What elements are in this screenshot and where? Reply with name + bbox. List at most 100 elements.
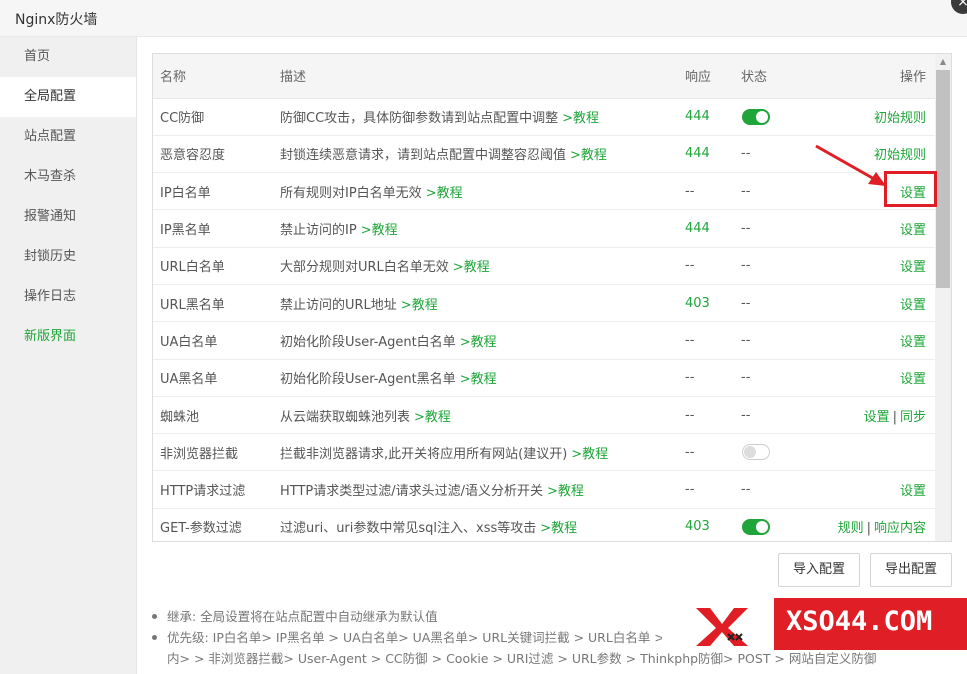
toggle-knob xyxy=(756,110,768,123)
rule-response: 403 xyxy=(652,284,734,323)
table-row: 蜘蛛池 从云端获取蜘蛛池列表 >教程 -- -- 设置 | 同步 xyxy=(153,396,935,435)
op-link[interactable]: 设置 xyxy=(900,335,926,350)
op-separator: | xyxy=(892,409,897,425)
rule-state: -- xyxy=(734,209,814,248)
scrollbar[interactable]: ▲ xyxy=(935,54,951,541)
import-config-button[interactable]: 导入配置 xyxy=(778,553,860,587)
note-priority-continued: 内> > 非浏览器拦截> User-Agent > CC防御 > Cookie … xyxy=(167,651,877,666)
scroll-up-arrow-icon[interactable]: ▲ xyxy=(935,54,951,70)
rule-name: GET-参数过滤 xyxy=(153,508,280,541)
rule-desc-cell: 拦截非浏览器请求,此开关将应用所有网站(建议开) >教程 xyxy=(280,433,652,472)
rule-desc: 禁止访问的IP xyxy=(280,223,357,239)
sidebar-item-trojan-scan[interactable]: 木马查杀 xyxy=(0,157,136,197)
tutorial-link[interactable]: >教程 xyxy=(401,298,438,313)
op-link[interactable]: 规则 xyxy=(838,521,864,536)
rule-desc: 初始化阶段User-Agent黑名单 xyxy=(280,372,456,388)
sidebar-item-operation-log[interactable]: 操作日志 xyxy=(0,277,136,317)
rule-state: -- xyxy=(734,359,814,397)
rule-state-cell xyxy=(734,98,814,136)
rule-response: 444 xyxy=(652,135,734,174)
watermark-text: XSO44.COM xyxy=(786,606,933,637)
rule-state: -- xyxy=(734,172,814,211)
table-row: UA白名单 初始化阶段User-Agent白名单 >教程 -- -- 设置 xyxy=(153,321,935,360)
rule-desc: 拦截非浏览器请求,此开关将应用所有网站(建议开) xyxy=(280,446,568,462)
table-row: URL白名单 大部分规则对URL白名单无效 >教程 -- -- 设置 xyxy=(153,247,935,285)
op-separator: | xyxy=(866,521,871,537)
rules-table-container: 名称 描述 响应 状态 操作 CC防御 防御CC攻击，具体防御参数请到站点配置中调… xyxy=(152,53,952,542)
op-link[interactable]: 同步 xyxy=(900,410,926,425)
export-config-button[interactable]: 导出配置 xyxy=(870,553,952,587)
sidebar-item-block-history[interactable]: 封锁历史 xyxy=(0,237,136,277)
rule-desc-cell: 初始化阶段User-Agent白名单 >教程 xyxy=(280,321,652,360)
sidebar-item-global-config[interactable]: 全局配置 xyxy=(0,77,136,117)
rule-state: -- xyxy=(734,470,814,509)
op-link[interactable]: 响应内容 xyxy=(874,521,926,536)
rule-desc: 过滤uri、uri参数中常见sql注入、xss等攻击 xyxy=(280,521,537,537)
tutorial-link[interactable]: >教程 xyxy=(547,484,584,499)
tutorial-link[interactable]: >教程 xyxy=(426,186,463,201)
window-title: Nginx防火墙 xyxy=(15,12,98,28)
tutorial-link[interactable]: >教程 xyxy=(571,447,608,462)
op-link[interactable]: 设置 xyxy=(900,298,926,313)
rule-desc: 禁止访问的URL地址 xyxy=(280,297,397,313)
annotation-highlight-box xyxy=(884,171,937,207)
rule-desc: 所有规则对IP白名单无效 xyxy=(280,185,422,201)
rule-operations: 设置 xyxy=(814,247,935,285)
op-link[interactable]: 设置 xyxy=(864,410,890,425)
watermark-banner: XSO44.COM xyxy=(662,598,967,650)
header-desc: 描述 xyxy=(280,54,652,99)
op-link[interactable]: 初始规则 xyxy=(874,111,926,126)
table-row: CC防御 防御CC攻击，具体防御参数请到站点配置中调整 >教程 444 初始规则 xyxy=(153,98,935,136)
rule-desc: 大部分规则对URL白名单无效 xyxy=(280,260,449,276)
rule-response: -- xyxy=(652,433,734,472)
sidebar-item-site-config[interactable]: 站点配置 xyxy=(0,117,136,157)
rule-state-cell xyxy=(734,508,814,541)
tutorial-link[interactable]: >教程 xyxy=(414,410,451,425)
rule-operations: 规则 | 响应内容 xyxy=(814,508,935,541)
rule-name: IP黑名单 xyxy=(153,209,280,248)
op-link[interactable]: 设置 xyxy=(900,372,926,387)
header-state: 状态 xyxy=(734,54,814,99)
tutorial-link[interactable]: >教程 xyxy=(460,335,497,350)
table-row: 非浏览器拦截 拦截非浏览器请求,此开关将应用所有网站(建议开) >教程 -- xyxy=(153,433,935,472)
rule-desc-cell: 禁止访问的IP >教程 xyxy=(280,209,652,248)
rule-name: URL白名单 xyxy=(153,247,280,285)
rule-desc: 从云端获取蜘蛛池列表 xyxy=(280,409,411,425)
tutorial-link[interactable]: >教程 xyxy=(570,148,607,163)
title-bar: Nginx防火墙 xyxy=(0,0,967,37)
table-row: IP黑名单 禁止访问的IP >教程 444 -- 设置 xyxy=(153,209,935,248)
rule-operations: 设置 xyxy=(814,284,935,323)
tutorial-link[interactable]: >教程 xyxy=(361,223,398,238)
rule-name: IP白名单 xyxy=(153,172,280,211)
table-header-row: 名称 描述 响应 状态 操作 xyxy=(153,54,935,99)
rule-operations: 设置 | 同步 xyxy=(814,396,935,435)
op-link[interactable]: 设置 xyxy=(900,484,926,499)
rule-response: 444 xyxy=(652,209,734,248)
op-link[interactable]: 设置 xyxy=(900,260,926,275)
rule-response: -- xyxy=(652,172,734,211)
status-toggle[interactable] xyxy=(742,518,770,535)
tutorial-link[interactable]: >教程 xyxy=(562,111,599,126)
scroll-thumb[interactable] xyxy=(936,70,950,288)
rule-response: 444 xyxy=(652,98,734,136)
tutorial-link[interactable]: >教程 xyxy=(460,372,497,387)
op-link[interactable]: 设置 xyxy=(900,223,926,238)
rule-name: CC防御 xyxy=(153,98,280,136)
rule-operations xyxy=(814,433,935,472)
rule-state: -- xyxy=(734,396,814,435)
toggle-knob xyxy=(744,446,756,459)
tutorial-link[interactable]: >教程 xyxy=(540,521,577,536)
rule-desc-cell: 从云端获取蜘蛛池列表 >教程 xyxy=(280,396,652,435)
sidebar-item-new-ui[interactable]: 新版界面 xyxy=(0,317,136,357)
rule-operations: 设置 xyxy=(814,359,935,397)
rule-state: -- xyxy=(734,321,814,360)
rules-table: 名称 描述 响应 状态 操作 CC防御 防御CC攻击，具体防御参数请到站点配置中调… xyxy=(153,54,935,541)
tutorial-link[interactable]: >教程 xyxy=(453,260,490,275)
sidebar: 首页 全局配置 站点配置 木马查杀 报警通知 封锁历史 操作日志 新版界面 xyxy=(0,37,137,674)
status-toggle[interactable] xyxy=(742,444,770,461)
sidebar-item-alert-notify[interactable]: 报警通知 xyxy=(0,197,136,237)
sidebar-item-home[interactable]: 首页 xyxy=(0,37,136,77)
status-toggle[interactable] xyxy=(742,108,770,125)
rule-name: 非浏览器拦截 xyxy=(153,433,280,472)
header-name: 名称 xyxy=(153,54,280,99)
